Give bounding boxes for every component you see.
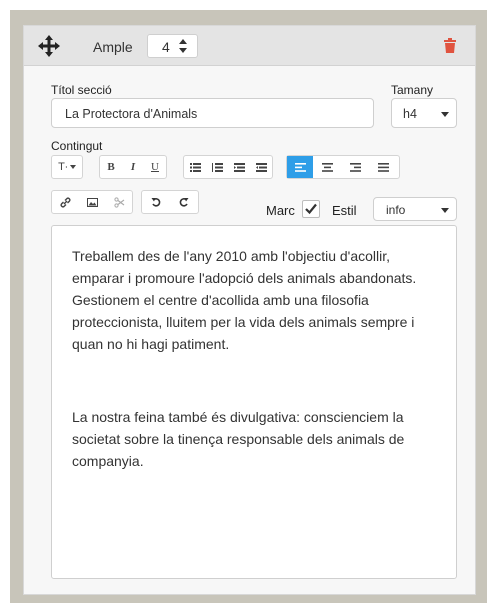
content-paragraph[interactable]: La nostra feina també és divulgativa: co…	[72, 406, 422, 472]
image-button[interactable]	[79, 191, 106, 213]
link-icon	[60, 197, 71, 207]
insert-group	[51, 190, 133, 214]
outdent-icon	[233, 162, 245, 172]
panel-header: Ample 4	[24, 26, 475, 66]
width-spinner[interactable]: 4	[147, 34, 198, 58]
align-justify-button[interactable]	[369, 156, 397, 178]
chevron-down-icon	[441, 112, 449, 117]
indent-button[interactable]	[250, 156, 272, 178]
section-title-input[interactable]: La Protectora d'Animals	[51, 98, 374, 128]
redo-button[interactable]	[170, 191, 198, 213]
image-icon	[87, 197, 98, 207]
align-center-icon	[321, 162, 333, 172]
indent-icon	[255, 162, 267, 172]
bold-button[interactable]: B	[100, 156, 122, 178]
section-editor-panel: Ample 4 Títol secció La Protectora d'Ani…	[23, 25, 476, 595]
frame-label: Marc	[266, 203, 295, 218]
list-indent-group	[183, 155, 273, 179]
undo-button[interactable]	[142, 191, 170, 213]
align-justify-icon	[377, 162, 389, 172]
ordered-list-icon	[211, 162, 223, 172]
content-editor[interactable]: Treballem des de l'any 2010 amb l'object…	[51, 225, 457, 579]
checkmark-icon	[305, 203, 317, 215]
redo-icon	[179, 198, 189, 207]
unordered-list-icon	[189, 162, 201, 172]
content-label: Contingut	[51, 139, 103, 153]
align-left-icon	[294, 162, 306, 172]
style-label: Estil	[332, 203, 357, 218]
scissors-icon	[113, 196, 124, 208]
link-button[interactable]	[52, 191, 79, 213]
ordered-list-button[interactable]	[206, 156, 228, 178]
style-value[interactable]: info	[386, 203, 405, 217]
size-label: Tamany	[391, 83, 434, 97]
font-size-label: T∙	[58, 161, 68, 173]
content-paragraph[interactable]: Treballem des de l'any 2010 amb l'object…	[72, 245, 422, 355]
alignment-group	[286, 155, 400, 179]
chevron-down-icon	[441, 208, 449, 213]
caret-down-icon	[69, 165, 76, 169]
style-select[interactable]: info	[373, 197, 457, 221]
italic-button[interactable]: I	[122, 156, 144, 178]
undo-icon	[151, 198, 161, 207]
size-value[interactable]: h4	[403, 107, 417, 121]
align-left-button[interactable]	[287, 156, 313, 178]
size-select[interactable]: h4	[391, 98, 457, 128]
underline-button[interactable]: U	[144, 156, 166, 178]
section-title-label: Títol secció	[51, 83, 112, 97]
width-value[interactable]: 4	[162, 39, 170, 55]
frame-checkbox[interactable]	[302, 200, 320, 218]
align-center-button[interactable]	[313, 156, 341, 178]
unordered-list-button[interactable]	[184, 156, 206, 178]
unlink-button[interactable]	[106, 191, 132, 213]
align-right-button[interactable]	[341, 156, 369, 178]
section-title-value[interactable]: La Protectora d'Animals	[65, 107, 197, 121]
spinner-arrows-icon[interactable]	[178, 38, 188, 54]
font-size-button[interactable]: T∙	[52, 156, 82, 178]
align-right-icon	[349, 162, 361, 172]
font-size-group: T∙	[51, 155, 83, 179]
width-label: Ample	[93, 39, 133, 55]
trash-icon[interactable]	[444, 38, 456, 53]
history-group	[141, 190, 199, 214]
text-format-group: B I U	[99, 155, 167, 179]
outdent-button[interactable]	[228, 156, 250, 178]
move-arrows-icon[interactable]	[38, 35, 60, 57]
